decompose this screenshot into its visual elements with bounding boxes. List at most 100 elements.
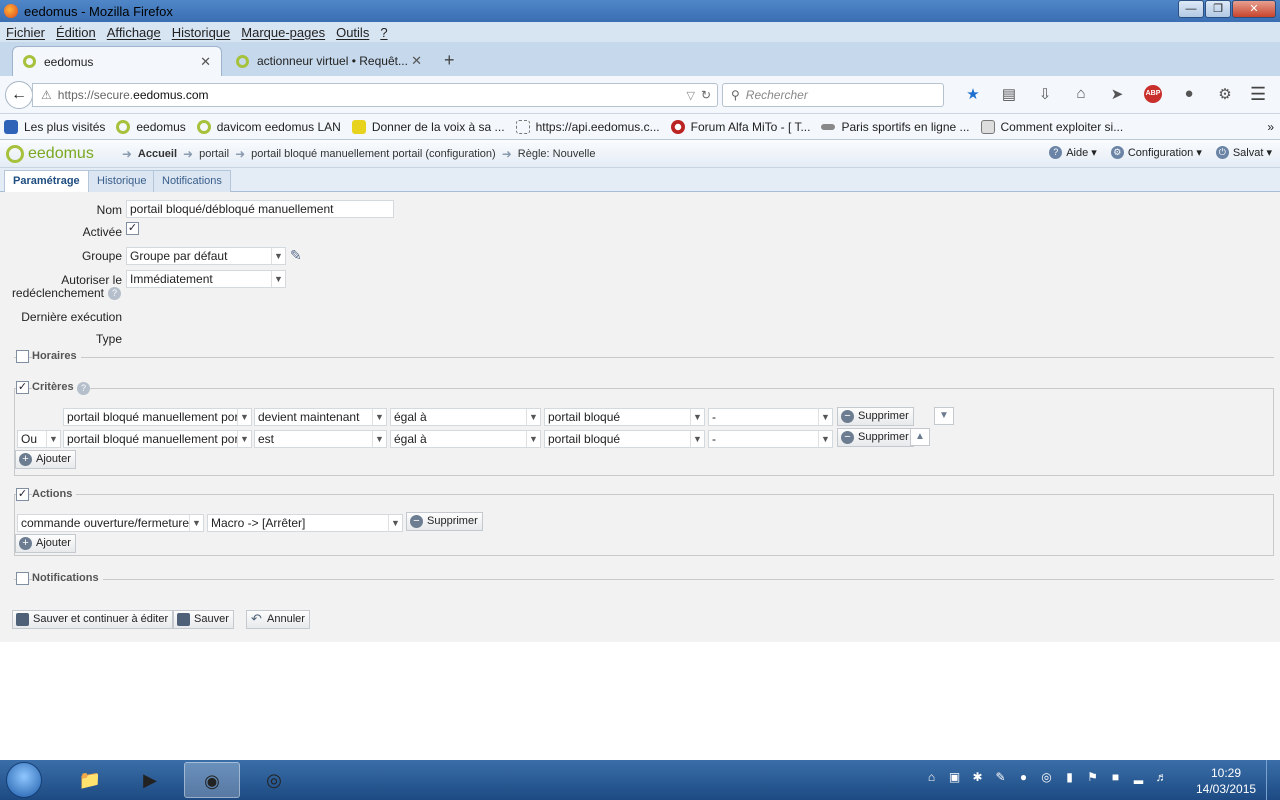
bookmark-item[interactable]: Donner de la voix à sa ... xyxy=(351,119,505,134)
action-delete-button[interactable]: − Supprimer xyxy=(406,512,483,531)
menu-edition[interactable]: Édition xyxy=(56,25,96,40)
close-tab-icon[interactable]: ✕ xyxy=(200,54,211,70)
menu-outils[interactable]: Outils xyxy=(336,25,369,40)
add-action-button[interactable]: + Ajouter xyxy=(15,534,76,553)
help-icon[interactable]: ? xyxy=(108,287,121,300)
bookmark-item[interactable]: Paris sportifs en ligne ... xyxy=(821,120,970,134)
action-value-select[interactable]: Macro -> [Arrêter] ▼ xyxy=(207,514,403,532)
close-tab-icon[interactable]: ✕ xyxy=(411,53,422,69)
menu-help[interactable]: ? xyxy=(380,25,387,40)
chrome-taskbar-icon[interactable]: ◎ xyxy=(246,762,302,798)
criterion-device-select[interactable]: portail bloqué manuellement portail ▼ xyxy=(63,408,252,426)
save-button[interactable]: Sauver xyxy=(173,610,234,629)
firefox-taskbar-icon[interactable]: ◉ xyxy=(184,762,240,798)
notifications-checkbox[interactable] xyxy=(16,572,29,585)
tray-app-icon[interactable]: ◎ xyxy=(1035,770,1058,784)
url-dropdown-icon[interactable]: ▽ xyxy=(686,89,694,102)
criterion-delete-button[interactable]: − Supprimer xyxy=(837,407,914,426)
horaires-checkbox[interactable] xyxy=(16,350,29,363)
back-button[interactable]: ← xyxy=(5,81,33,109)
media-player-taskbar-icon[interactable]: ▶ xyxy=(122,762,178,798)
criterion-device-select[interactable]: portail bloqué manuellement portail ▼ xyxy=(63,430,252,448)
bookmark-item[interactable]: Forum Alfa MiTo - [ T... xyxy=(670,119,810,134)
move-up-button[interactable]: ▲ xyxy=(910,428,930,446)
breadcrumb-device[interactable]: portail bloqué manuellement portail (con… xyxy=(251,148,496,160)
bookmarks-overflow-icon[interactable]: » xyxy=(1267,120,1274,134)
extension-icon[interactable]: ⚙ xyxy=(1207,85,1243,103)
groupe-select[interactable]: Groupe par défaut ▼ xyxy=(126,247,286,265)
move-down-button[interactable]: ▼ xyxy=(934,407,954,425)
criterion-connector-select[interactable]: Ou ▼ xyxy=(17,430,61,448)
tray-app-icon[interactable]: ✎ xyxy=(989,770,1012,784)
tab-parametrage[interactable]: Paramétrage xyxy=(4,170,89,192)
autoriser-select[interactable]: Immédiatement ▼ xyxy=(126,270,286,288)
breadcrumb-accueil[interactable]: Accueil xyxy=(138,148,177,160)
tab-historique[interactable]: Historique xyxy=(88,170,156,192)
user-menu[interactable]: ⏻ Salvat ▾ xyxy=(1215,146,1272,159)
bookmark-item[interactable]: eedomus xyxy=(116,119,186,134)
menu-hamburger-icon[interactable]: ☰ xyxy=(1250,84,1266,105)
criterion-operator-select[interactable]: égal à ▼ xyxy=(390,408,541,426)
volume-icon[interactable]: ♬ xyxy=(1150,770,1173,784)
menu-affichage[interactable]: Affichage xyxy=(107,25,161,40)
criterion-extra-select[interactable]: - ▼ xyxy=(708,408,833,426)
show-desktop-button[interactable] xyxy=(1266,760,1280,800)
bookmark-item[interactable]: https://api.eedomus.c... xyxy=(515,119,660,134)
new-tab-icon[interactable]: + xyxy=(444,50,455,71)
breadcrumb-portail[interactable]: portail xyxy=(199,148,229,160)
flag-icon[interactable]: ⚑ xyxy=(1081,770,1104,784)
download-icon[interactable]: ⇩ xyxy=(1027,85,1063,103)
tray-app-icon[interactable]: ▣ xyxy=(943,770,966,784)
nom-input[interactable]: portail bloqué/débloqué manuellement xyxy=(126,200,394,218)
help-menu[interactable]: ? Aide ▾ xyxy=(1049,146,1097,159)
tray-app-icon[interactable]: ■ xyxy=(1104,770,1127,784)
criterion-operator-select[interactable]: égal à ▼ xyxy=(390,430,541,448)
menu-marque-pages[interactable]: Marque-pages xyxy=(241,25,325,40)
bookmark-item[interactable]: davicom eedomus LAN xyxy=(196,119,341,134)
criterion-value-select[interactable]: portail bloqué ▼ xyxy=(544,430,705,448)
minimize-button[interactable]: — xyxy=(1178,0,1204,18)
bookmark-item[interactable]: Les plus visités xyxy=(4,119,105,134)
taskbar-clock[interactable]: 10:29 14/03/2015 xyxy=(1196,765,1256,797)
tray-app-icon[interactable]: ⌂ xyxy=(920,770,943,784)
menu-historique[interactable]: Historique xyxy=(172,25,231,40)
bookmark-star-icon[interactable]: ★ xyxy=(955,85,991,103)
reload-icon[interactable]: ↻ xyxy=(701,88,711,102)
battery-icon[interactable]: ▮ xyxy=(1058,770,1081,784)
bookmarks-menu-icon[interactable]: ▤ xyxy=(991,85,1027,103)
close-window-button[interactable]: ✕ xyxy=(1232,0,1276,18)
search-bar[interactable]: ⚲ Rechercher xyxy=(722,83,944,107)
chat-icon[interactable]: ● xyxy=(1171,85,1207,103)
criterion-condition-select[interactable]: est ▼ xyxy=(254,430,387,448)
eedomus-logo[interactable]: eedomus xyxy=(6,144,94,163)
bluetooth-icon[interactable]: ✱ xyxy=(966,770,989,784)
criterion-value-select[interactable]: portail bloqué ▼ xyxy=(544,408,705,426)
criterion-delete-button[interactable]: − Supprimer xyxy=(837,428,914,447)
actions-checkbox[interactable]: ✓ xyxy=(16,488,29,501)
signal-icon[interactable]: ▂ xyxy=(1127,770,1150,784)
browser-tab-eedomus[interactable]: eedomus ✕ xyxy=(12,46,222,76)
help-icon[interactable]: ? xyxy=(77,382,90,395)
activee-checkbox[interactable]: ✓ xyxy=(126,222,139,235)
menu-fichier[interactable]: Fichier xyxy=(6,25,45,40)
pencil-icon[interactable]: ✎ xyxy=(290,247,302,264)
criteres-checkbox[interactable]: ✓ xyxy=(16,381,29,394)
url-bar[interactable]: ⚠ https://secure.eedomus.com ▽ ↻ xyxy=(32,83,718,107)
browser-tab-actionneur[interactable]: actionneur virtuel • Requêt... ✕ xyxy=(226,46,432,76)
explorer-taskbar-icon[interactable]: 📁 xyxy=(62,762,118,798)
action-device-select[interactable]: commande ouverture/fermeture pc ▼ xyxy=(17,514,204,532)
home-icon[interactable]: ⌂ xyxy=(1063,85,1099,103)
start-button[interactable] xyxy=(6,762,42,798)
save-continue-button[interactable]: Sauver et continuer à éditer xyxy=(12,610,174,629)
tab-notifications[interactable]: Notifications xyxy=(153,170,231,192)
criterion-extra-select[interactable]: - ▼ xyxy=(708,430,833,448)
configuration-menu[interactable]: ⚙ Configuration ▾ xyxy=(1110,146,1202,159)
cancel-button[interactable]: ↶ Annuler xyxy=(246,610,310,629)
maximize-button[interactable]: ❐ xyxy=(1205,0,1231,18)
adblock-icon[interactable]: ABP xyxy=(1144,85,1162,103)
send-icon[interactable]: ➤ xyxy=(1099,85,1135,103)
criterion-condition-select[interactable]: devient maintenant ▼ xyxy=(254,408,387,426)
add-criterion-button[interactable]: + Ajouter xyxy=(15,450,76,469)
tray-app-icon[interactable]: ● xyxy=(1012,770,1035,784)
bookmark-item[interactable]: Comment exploiter si... xyxy=(980,119,1123,134)
